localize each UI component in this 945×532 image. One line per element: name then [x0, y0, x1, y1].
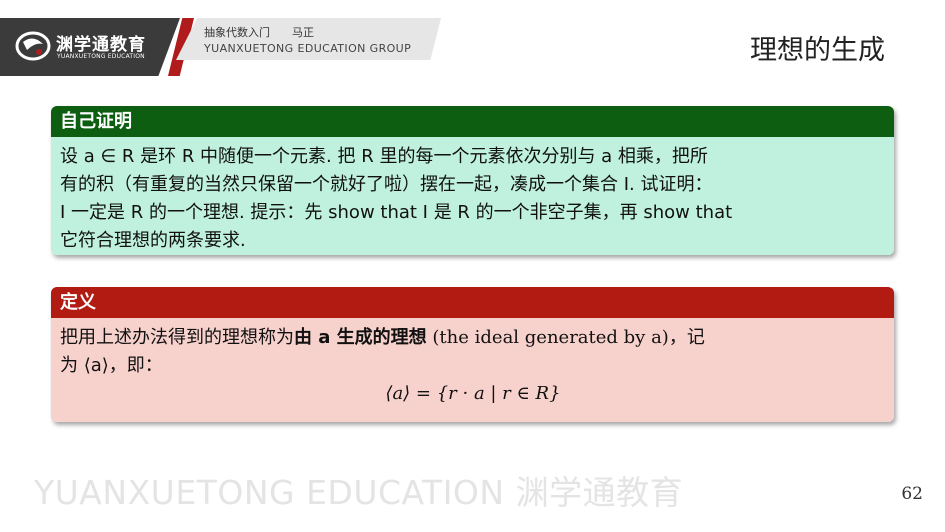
group-name: YUANXUETONG EDUCATION GROUP	[204, 42, 412, 55]
author-name: 马正	[292, 26, 314, 39]
footer-watermark: YUANXUETONG EDUCATION 渊学通教育	[34, 473, 684, 512]
logo-text-cn: 渊学通教育	[56, 35, 146, 55]
course-name: 抽象代数入门	[204, 26, 270, 39]
definition-formula: ⟨a⟩ = {r · a | r ∈ R}	[385, 383, 561, 404]
exercise-line: I 一定是 R 的一个理想. 提示：先 show that I 是 R 的一个非…	[60, 202, 733, 223]
exercise-line: 它符合理想的两条要求.	[60, 230, 246, 251]
exercise-body: 设 a ∈ R 是环 R 中随便一个元素. 把 R 里的每一个元素依次分别与 a…	[51, 137, 894, 255]
definition-body: 把用上述办法得到的理想称为由 a 生成的理想 (the ideal genera…	[51, 318, 894, 422]
definition-heading: 定义	[51, 287, 894, 318]
slide-title: 理想的生成	[750, 35, 885, 66]
logo-text-en: YUANXUETONG EDUCATION	[57, 53, 145, 60]
exercise-block: 自己证明 设 a ∈ R 是环 R 中随便一个元素. 把 R 里的每一个元素依次…	[51, 106, 894, 255]
logo-icon	[15, 31, 51, 61]
definition-line: 把用上述办法得到的理想称为由 a 生成的理想 (the ideal genera…	[60, 324, 886, 352]
exercise-line: 有的积（有重复的当然只保留一个就好了啦）摆在一起，凑成一个集合 I. 试证明：	[60, 174, 713, 195]
course-info: 抽象代数入门 马正	[204, 24, 314, 40]
page-number: 62	[901, 484, 923, 504]
definition-english: (the ideal generated by a)，记	[426, 327, 705, 348]
definition-term: 由 a 生成的理想	[294, 327, 427, 348]
definition-block: 定义 把用上述办法得到的理想称为由 a 生成的理想 (the ideal gen…	[51, 287, 894, 422]
exercise-line: 设 a ∈ R 是环 R 中随便一个元素. 把 R 里的每一个元素依次分别与 a…	[60, 146, 708, 167]
definition-text: 把用上述办法得到的理想称为	[60, 327, 294, 348]
definition-line: 为 ⟨a⟩，即：	[60, 355, 163, 376]
exercise-heading: 自己证明	[51, 106, 894, 137]
